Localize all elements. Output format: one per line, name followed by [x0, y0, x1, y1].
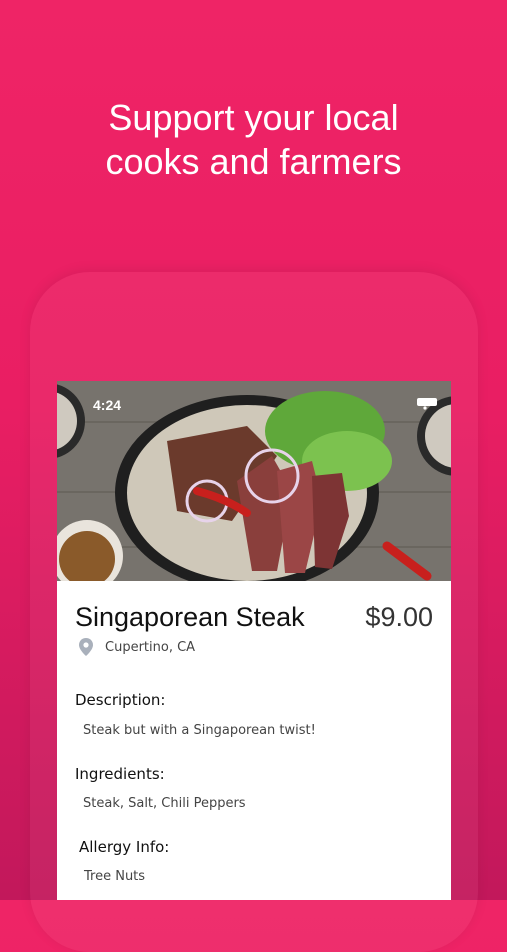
map-pin-icon: [79, 638, 93, 656]
location-text: Cupertino, CA: [105, 639, 196, 655]
location-row: Cupertino, CA: [79, 638, 195, 656]
description-value: Steak but with a Singaporean twist!: [83, 723, 316, 738]
allergy-label: Allergy Info:: [79, 838, 170, 856]
allergy-value: Tree Nuts: [84, 869, 146, 884]
ingredients-value: Steak, Salt, Chili Peppers: [83, 796, 246, 811]
dish-photo: 4:24: [57, 381, 451, 581]
headline-line-2: cooks and farmers: [105, 141, 402, 182]
app-screen: 4:24 Singaporean Steak $9.00 Cupertino, …: [57, 381, 451, 900]
status-icons: [417, 398, 437, 410]
ingredients-label: Ingredients:: [75, 765, 165, 783]
status-time: 4:24: [93, 397, 122, 413]
dish-title: Singaporean Steak: [75, 602, 305, 632]
headline-line-1: Support your local: [108, 97, 399, 138]
promo-headline: Support your local cooks and farmers: [0, 96, 507, 184]
dish-price: $9.00: [365, 602, 433, 632]
wifi-icon: [417, 398, 433, 410]
description-label: Description:: [75, 691, 166, 709]
